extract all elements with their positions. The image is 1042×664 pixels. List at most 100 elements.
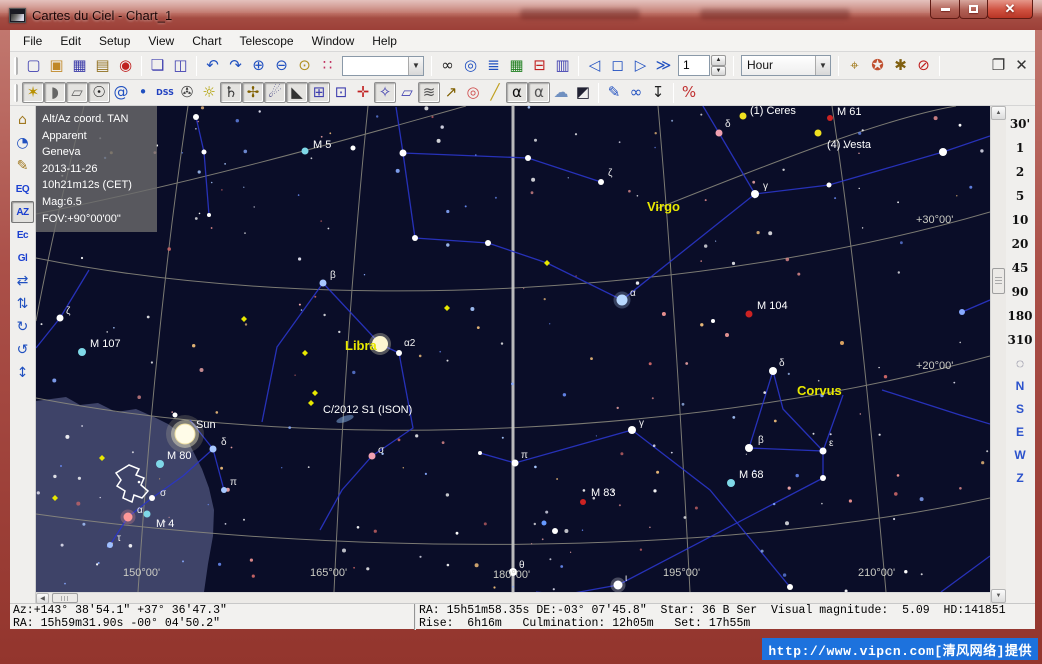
time-step-spinner[interactable]: 1▲▼ — [678, 55, 726, 76]
menu-help[interactable]: Help — [363, 31, 406, 51]
pan-vertical-button[interactable]: ↕ — [11, 362, 34, 384]
maximize-button[interactable] — [959, 0, 988, 19]
telescope-config-button[interactable]: ✱ — [889, 55, 912, 77]
direction-n-button[interactable]: N — [1008, 374, 1032, 397]
chart-columns-button[interactable]: ▥ — [551, 55, 574, 77]
telescope-abort-button[interactable]: ⊘ — [912, 55, 935, 77]
close-button[interactable]: ✕ — [987, 0, 1033, 19]
fov-2-button[interactable]: 2 — [1007, 160, 1033, 184]
vertical-scrollbar[interactable]: ▲ ▼ — [990, 106, 1006, 603]
horizontal-scrollbar[interactable]: ◀ — [36, 592, 990, 603]
date-time-setup-button[interactable]: ◔ — [11, 132, 34, 154]
fov-10-button[interactable]: 10 — [1007, 208, 1033, 232]
scroll-left-button[interactable]: ◀ — [36, 593, 49, 604]
dss-images-button[interactable]: DSS — [154, 82, 176, 103]
horizontal-scroll-thumb[interactable] — [52, 593, 78, 603]
sky-chart-canvas[interactable]: M 5M 61M 104M 107M 80M 4M 83M 68(1) Cere… — [36, 106, 990, 592]
telescope-panel-button[interactable]: ⌖ — [843, 55, 866, 77]
asteroids-trace-button[interactable]: ◣ — [286, 82, 308, 103]
menu-telescope[interactable]: Telescope — [231, 31, 303, 51]
zoom-out-button[interactable]: ⊖ — [270, 55, 293, 77]
menu-setup[interactable]: Setup — [90, 31, 139, 51]
zoom-reset-button[interactable]: ⊙ — [293, 55, 316, 77]
magnitude-limit-button[interactable]: • — [132, 82, 154, 103]
minimize-button[interactable] — [930, 0, 960, 19]
stars-filter-button[interactable]: ✶ — [22, 82, 44, 103]
vertical-scroll-thumb[interactable] — [992, 268, 1005, 294]
chart-restore-button[interactable]: ❐ — [987, 55, 1010, 77]
outlines-filter-button[interactable]: ▱ — [66, 82, 88, 103]
fov-1-button[interactable]: 1 — [1007, 136, 1033, 160]
copy-chart-button[interactable]: ❏ — [146, 55, 169, 77]
redo-button[interactable]: ↷ — [224, 55, 247, 77]
proper-motion-button[interactable]: % — [678, 82, 700, 103]
full-labels-button[interactable]: ☁ — [550, 82, 572, 103]
stars-trace-button[interactable]: ✢ — [242, 82, 264, 103]
menu-view[interactable]: View — [139, 31, 183, 51]
coord-altaz-button[interactable]: AZ — [11, 201, 34, 223]
all-sky-button[interactable]: ◌ — [1008, 352, 1032, 374]
fov-180-button[interactable]: 180 — [1007, 304, 1033, 328]
flip-vertical-button[interactable]: ⇅ — [11, 293, 34, 315]
time-unit-dropdown[interactable]: Hour▼ — [741, 55, 831, 76]
direction-z-button[interactable]: Z — [1008, 466, 1032, 489]
comets-trace-button[interactable]: ☄ — [264, 82, 286, 103]
object-search-combobox-arrow-icon[interactable]: ▼ — [408, 57, 423, 75]
nebulae-filter-button[interactable]: ◗ — [44, 82, 66, 103]
coord-galactic-button[interactable]: Gl — [11, 247, 34, 269]
search-position-button[interactable]: ◎ — [459, 55, 482, 77]
milky-way-button[interactable]: ≋ — [418, 82, 440, 103]
calendar-button[interactable]: ▦ — [505, 55, 528, 77]
observatory-setup-button[interactable]: ⌂ — [11, 109, 34, 131]
compass-rose-button[interactable]: ✛ — [352, 82, 374, 103]
save-chart-button[interactable]: ▦ — [68, 55, 91, 77]
fov-310-button[interactable]: 310 — [1007, 328, 1033, 352]
time-fast-forward-button[interactable]: ≫ — [652, 55, 675, 77]
distance-measure-button[interactable]: ╱ — [484, 82, 506, 103]
chart-info-button[interactable]: ✎ — [11, 155, 34, 177]
time-stop-button[interactable]: ◻ — [606, 55, 629, 77]
time-unit-dropdown-arrow-icon[interactable]: ▼ — [815, 56, 830, 75]
coord-equatorial-button[interactable]: EQ — [11, 178, 34, 200]
menu-edit[interactable]: Edit — [51, 31, 90, 51]
night-vision-button[interactable]: ◩ — [572, 82, 594, 103]
default-chart-button[interactable]: ◉ — [114, 55, 137, 77]
link-charts-button[interactable]: ∞ — [625, 82, 647, 103]
open-chart-button[interactable]: ▣ — [45, 55, 68, 77]
object-search-combobox-value[interactable] — [343, 57, 408, 75]
object-pointer-button[interactable]: ↗ — [440, 82, 462, 103]
search-object-button[interactable]: ∞ — [436, 55, 459, 77]
chart-info-editor-button[interactable]: ✎ — [603, 82, 625, 103]
star-size-button[interactable]: ∷ — [316, 55, 339, 77]
print-button[interactable]: ▤ — [91, 55, 114, 77]
fov-5-button[interactable]: 5 — [1007, 184, 1033, 208]
time-step-spinner-value[interactable]: 1 — [678, 55, 710, 76]
fov-20-button[interactable]: 20 — [1007, 232, 1033, 256]
constellation-figures-button[interactable]: ✧ — [374, 82, 396, 103]
menu-file[interactable]: File — [14, 31, 51, 51]
lock-chart-button[interactable]: ↧ — [647, 82, 669, 103]
scroll-up-button[interactable]: ▲ — [991, 106, 1006, 120]
chart-close-button[interactable]: ✕ — [1010, 55, 1033, 77]
constellation-boundaries-button[interactable]: ▱ — [396, 82, 418, 103]
fov-45-button[interactable]: 45 — [1007, 256, 1033, 280]
menu-chart[interactable]: Chart — [183, 31, 230, 51]
coord-ecliptic-button[interactable]: Ec — [11, 224, 34, 246]
rotate-ccw-button[interactable]: ↺ — [11, 339, 34, 361]
new-chart-button[interactable]: ▢ — [22, 55, 45, 77]
grid-toggle-button[interactable]: ⊞ — [308, 82, 330, 103]
telescope-goto-button[interactable]: ✪ — [866, 55, 889, 77]
menu-window[interactable]: Window — [303, 31, 364, 51]
scroll-down-button[interactable]: ▼ — [991, 589, 1006, 603]
time-step-back-button[interactable]: ◁ — [583, 55, 606, 77]
eq-grid-toggle-button[interactable]: ⊡ — [330, 82, 352, 103]
direction-w-button[interactable]: W — [1008, 443, 1032, 466]
ephemeris-calendar-button[interactable]: ⊟ — [528, 55, 551, 77]
flip-horizontal-button[interactable]: ⇄ — [11, 270, 34, 292]
time-step-spinner-up-button[interactable]: ▲ — [711, 55, 726, 66]
rotate-cw-button[interactable]: ↻ — [11, 316, 34, 338]
labels-toggle-button[interactable]: α — [506, 82, 528, 103]
title-bar[interactable]: Cartes du Ciel - Chart_1 ✕ — [0, 0, 1042, 30]
direction-e-button[interactable]: E — [1008, 420, 1032, 443]
time-play-button[interactable]: ▷ — [629, 55, 652, 77]
